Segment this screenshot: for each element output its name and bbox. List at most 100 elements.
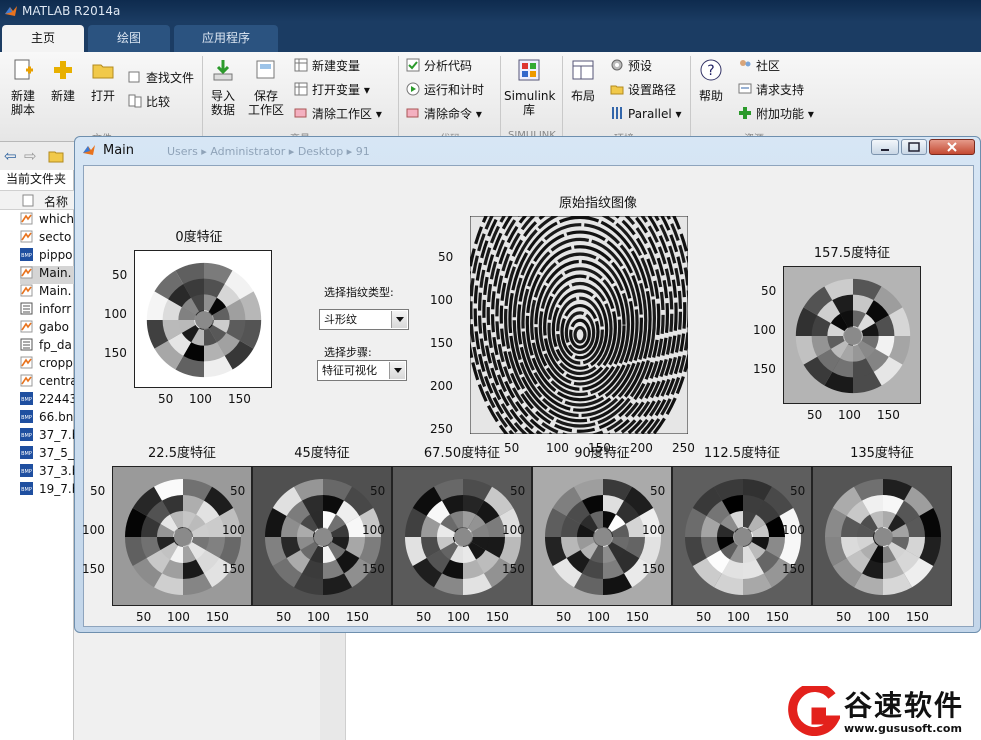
compare-button[interactable]: 比较 <box>128 94 170 110</box>
file-list-item[interactable]: BMP 22443 <box>20 392 74 410</box>
file-list-item[interactable]: BMP 37_7.b <box>20 428 74 446</box>
name-column-header[interactable]: 名称 <box>0 190 74 210</box>
center-disk <box>874 528 892 546</box>
set-path-button[interactable]: 设置路径 <box>610 82 676 98</box>
x-tick-label: 100 <box>838 408 861 422</box>
forward-arrow-icon[interactable]: ⇨ <box>24 147 37 165</box>
editor-gutter <box>320 630 346 740</box>
preferences-button[interactable]: 预设 <box>610 58 652 74</box>
request-support-button[interactable]: 请求支持 <box>738 82 804 98</box>
addons-label: 附加功能 <box>756 107 805 121</box>
y-tick-label: 200 <box>430 379 453 393</box>
find-files-button[interactable]: 查找文件 <box>128 70 194 86</box>
feature-plot-title: 45度特征 <box>294 446 350 461</box>
simulink-library-button[interactable]: Simulink 库 <box>504 58 556 117</box>
x-tick-label: 100 <box>447 610 470 624</box>
set-path-label: 设置路径 <box>628 83 677 97</box>
help-button[interactable]: ? 帮助 <box>696 58 726 103</box>
svg-text:BMP: BMP <box>21 253 32 259</box>
import-data-button[interactable]: 导入 数据 <box>206 58 240 117</box>
bmp-file-icon: BMP <box>20 410 33 423</box>
file-list-item[interactable]: BMP 66.bn <box>20 410 74 428</box>
m-file-icon <box>20 212 33 225</box>
dropdown-arrow-icon[interactable] <box>391 311 407 328</box>
y-tick-label: 100 <box>502 523 525 537</box>
x-tick-label: 50 <box>556 610 572 624</box>
svg-text:BMP: BMP <box>21 415 32 421</box>
fingerprint-type-select[interactable]: 斗形纹 <box>319 309 409 330</box>
file-name: inforr <box>39 302 72 316</box>
file-list-item[interactable]: Main. <box>20 266 74 284</box>
feature-plot-image <box>134 250 272 388</box>
open-variable-button[interactable]: 打开变量 ▾ <box>294 82 370 98</box>
y-tick-label: 50 <box>438 250 454 264</box>
import-icon <box>213 60 233 81</box>
people-icon <box>740 60 751 67</box>
file-list-item[interactable]: cropp <box>20 356 74 374</box>
maximize-button[interactable] <box>901 139 927 155</box>
save-workspace-button[interactable]: 保存 工作区 <box>246 58 286 117</box>
feature-plot-title: 157.5度特征 <box>813 246 891 261</box>
file-list-item[interactable]: gabo <box>20 320 74 338</box>
community-button[interactable]: 社区 <box>738 58 780 74</box>
new-variable-button[interactable]: 新建变量 <box>294 58 360 74</box>
file-list-item[interactable]: BMP 19_7.b <box>20 482 74 500</box>
close-button[interactable] <box>929 139 975 155</box>
x-tick-label: 150 <box>346 610 369 624</box>
ribbon-separator <box>398 56 399 136</box>
back-arrow-icon[interactable]: ⇦ <box>4 147 17 165</box>
figure-canvas: 原始指纹图像 50 100 150 200 250 50 100 150 200 250 选择指… <box>82 165 974 627</box>
x-tick-label: 150 <box>486 610 509 624</box>
clear-workspace-label: 清除工作区 <box>312 107 373 121</box>
tab-plots[interactable]: 绘图 <box>88 25 170 52</box>
parallel-label: Parallel <box>628 107 672 121</box>
x-tick-label: 150 <box>206 610 229 624</box>
simulink-label: Simulink 库 <box>504 89 556 117</box>
layout-button[interactable]: 布局 <box>568 58 598 103</box>
m-file-icon <box>20 266 33 279</box>
ribbon-separator <box>562 56 563 136</box>
file-list-item[interactable]: BMP pippo <box>20 248 74 266</box>
file-list-item[interactable]: Main. <box>20 284 74 302</box>
tab-home[interactable]: 主页 <box>2 25 84 52</box>
file-list-item[interactable]: inforr <box>20 302 74 320</box>
feature-plot-title: 112.5度特征 <box>703 446 781 461</box>
file-name: 66.bn <box>39 410 74 424</box>
up-folder-icon[interactable] <box>48 149 64 163</box>
parallel-button[interactable]: Parallel ▾ <box>610 106 682 122</box>
y-tick-label: 150 <box>782 562 805 576</box>
fingerprint-type-label: 选择指纹类型: <box>324 286 394 299</box>
file-list-item[interactable]: which <box>20 212 74 230</box>
parallel-icon <box>612 107 622 119</box>
minimize-button[interactable] <box>871 139 899 155</box>
fingerprint-type-value: 斗形纹 <box>324 313 357 326</box>
file-list-item[interactable]: fp_da <box>20 338 74 356</box>
file-name: pippo <box>39 248 73 262</box>
m-file-icon <box>20 356 33 369</box>
addons-button[interactable]: 附加功能 ▾ <box>738 106 814 122</box>
y-tick-label: 50 <box>510 484 526 498</box>
new-script-button[interactable]: 新建 脚本 <box>6 58 40 117</box>
center-disk <box>314 528 332 546</box>
run-and-time-button[interactable]: 运行和计时 <box>406 82 484 98</box>
tab-apps[interactable]: 应用程序 <box>174 25 278 52</box>
open-button[interactable]: 打开 <box>86 58 120 103</box>
clear-workspace-button[interactable]: 清除工作区 ▾ <box>294 106 382 122</box>
file-list-item[interactable]: secto <box>20 230 74 248</box>
run-time-icon <box>406 82 420 96</box>
file-list-item[interactable]: BMP 37_3.b <box>20 464 74 482</box>
file-list-item[interactable]: BMP 37_5_ <box>20 446 74 464</box>
table-icon <box>294 58 308 72</box>
original-fingerprint-image <box>470 216 688 434</box>
file-list-item[interactable]: centra <box>20 374 74 392</box>
clear-commands-button[interactable]: 清除命令 ▾ <box>406 106 482 122</box>
file-name: Main. <box>39 284 72 298</box>
y-tick-label: 150 <box>222 562 245 576</box>
y-tick-label: 50 <box>650 484 666 498</box>
import-data-label: 导入 数据 <box>210 89 235 117</box>
analyze-code-button[interactable]: 分析代码 <box>406 58 472 74</box>
step-select[interactable]: 特征可视化 <box>317 360 407 381</box>
new-button[interactable]: 新建 <box>46 58 80 103</box>
dropdown-arrow-icon[interactable] <box>389 362 405 379</box>
new-variable-label: 新建变量 <box>312 59 361 73</box>
